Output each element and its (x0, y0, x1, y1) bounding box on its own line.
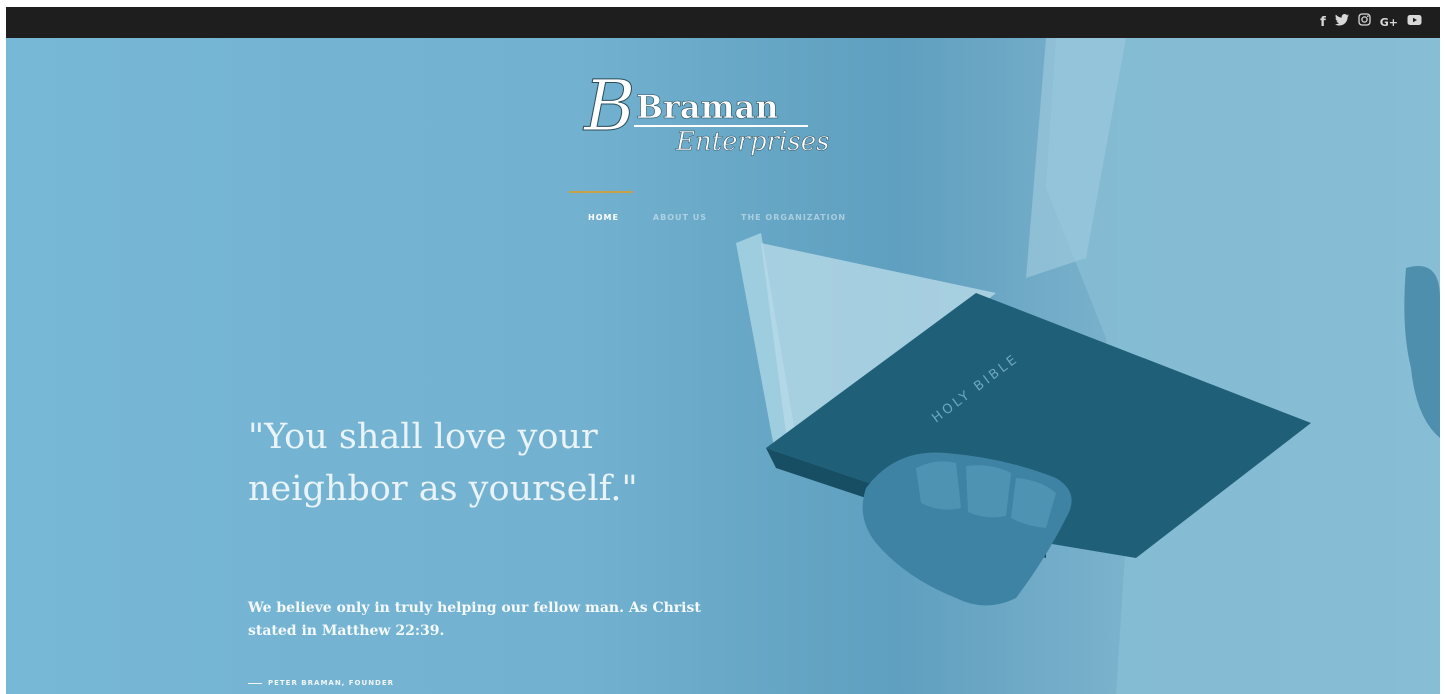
hero-description-line-2: stated in Matthew 22:39. (248, 623, 445, 639)
svg-text:B: B (582, 68, 635, 147)
hero-description-line-1: We believe only in truly helping our fel… (248, 600, 701, 616)
attribution-dash (248, 682, 262, 684)
twitter-icon[interactable] (1334, 13, 1349, 32)
braman-enterprises-logo[interactable]: B Braman Enterprises (576, 68, 856, 158)
svg-text:Braman: Braman (636, 88, 779, 126)
attribution-name: PETER BRAMAN, FOUNDER (268, 679, 395, 687)
hero-section: HOLY BIBLE B Braman Enterprises HOME ABO… (6, 38, 1440, 694)
social-links: f G+ (1320, 13, 1422, 32)
quote-attribution: PETER BRAMAN, FOUNDER (248, 679, 394, 687)
nav-accent-rule (569, 191, 633, 193)
main-navigation: HOME ABOUT US THE ORGANIZATION (588, 213, 846, 222)
hero-description: We believe only in truly helping our fel… (248, 597, 728, 643)
hero-quote-line-2: neighbor as yourself." (248, 469, 638, 509)
nav-home[interactable]: HOME (588, 213, 619, 222)
browser-frame: f G+ HOLY BIBLE B Braman Enterprises HOM… (6, 7, 1440, 694)
hero-quote: "You shall love your neighbor as yoursel… (248, 411, 688, 515)
instagram-icon[interactable] (1358, 13, 1371, 32)
google-plus-icon[interactable]: G+ (1380, 14, 1398, 32)
nav-about-us[interactable]: ABOUT US (653, 213, 707, 222)
facebook-icon[interactable]: f (1320, 14, 1326, 32)
svg-text:Enterprises: Enterprises (675, 127, 829, 157)
top-bar: f G+ (6, 7, 1440, 38)
hero-quote-line-1: "You shall love your (248, 417, 598, 457)
youtube-icon[interactable] (1407, 14, 1422, 32)
nav-the-organization[interactable]: THE ORGANIZATION (741, 213, 846, 222)
